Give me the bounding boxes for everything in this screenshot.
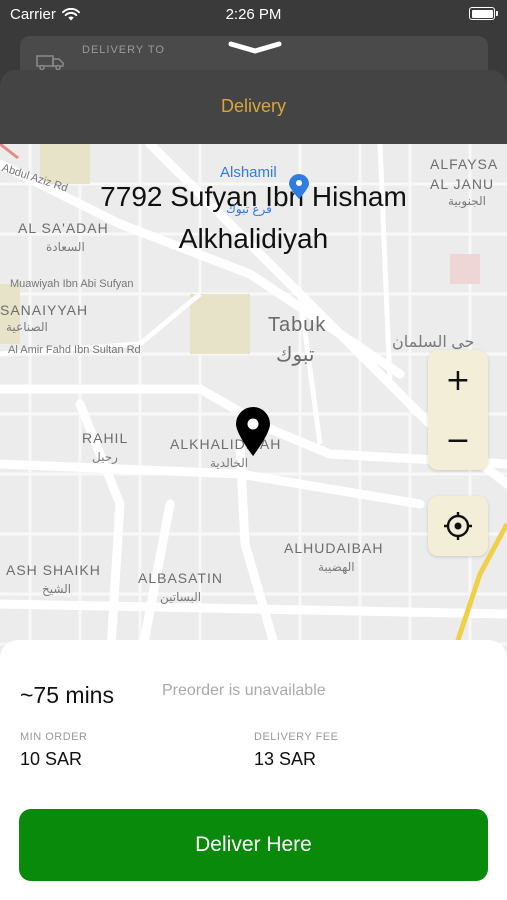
- map-label-albasatin-ar: البساتين: [160, 590, 202, 604]
- zoom-control: + −: [428, 350, 488, 470]
- map-label-al-janubiyah-ar: الجنوبية: [448, 194, 486, 208]
- delivery-fee-value: 13 SAR: [254, 749, 317, 769]
- map-label-rahil: RAHIL: [82, 430, 129, 446]
- chevron-down-icon[interactable]: [228, 40, 282, 54]
- map-label-al-janubiyah: AL JANU: [430, 176, 495, 192]
- sheet-title: Delivery: [220, 96, 286, 116]
- map-label-sanaiyyah-ar: الصناعية: [6, 320, 48, 334]
- poi-icon[interactable]: [288, 174, 310, 200]
- map-label-alhudaibah: ALHUDAIBAH: [284, 540, 384, 556]
- map-label-albasatin: ALBASATIN: [138, 570, 223, 586]
- map-label-alkhalidiyah-ar: الخالدية: [210, 456, 249, 470]
- map-label-muawiyah: Muawiyah Ibn Abi Sufyan: [10, 278, 134, 290]
- poi-label-ar: فرع تبوك: [226, 202, 272, 216]
- locate-icon: [444, 512, 472, 540]
- battery-icon: [469, 7, 498, 20]
- delivery-to-label: DELIVERY TO: [82, 44, 165, 56]
- poi-label[interactable]: Alshamil: [220, 164, 277, 181]
- map-label-rahil-ar: رحيل: [92, 450, 118, 464]
- map-label-al-saadah: AL SA'ADAH: [18, 220, 109, 236]
- map-label-amir-fahd: Al Amir Fahd Ibn Sultan Rd: [8, 344, 141, 356]
- min-order-value: 10 SAR: [20, 749, 83, 769]
- map-label-tabuk: Tabuk: [268, 314, 327, 336]
- map-label-ash-shaikh: ASH SHAIKH: [6, 562, 101, 578]
- map-label-salman-ar: حي السلمان: [392, 334, 475, 351]
- min-order-label: MIN ORDER: [20, 731, 88, 743]
- zoom-in-icon[interactable]: +: [428, 350, 488, 410]
- locate-button[interactable]: [428, 496, 488, 556]
- eta-text: ~75 mins: [20, 682, 114, 708]
- map-pin-icon[interactable]: [234, 406, 272, 458]
- zoom-out-icon[interactable]: −: [428, 410, 488, 470]
- delivery-info-panel: ~75 mins Preorder is unavailable MIN ORD…: [0, 640, 507, 900]
- truck-icon: [36, 55, 64, 70]
- status-bar: Carrier 2:26 PM: [0, 0, 507, 28]
- preorder-status: Preorder is unavailable: [162, 682, 326, 699]
- delivery-fee-label: DELIVERY FEE: [254, 731, 339, 743]
- map-label-alhudaibah-ar: الهضيبة: [318, 560, 355, 574]
- map-label-tabuk-ar: تبوك: [276, 344, 315, 366]
- map-view[interactable]: 7792 Sufyan Ibn Hisham Alkhalidiyah Alsh…: [0, 144, 507, 664]
- map-label-al-saadah-ar: السعادة: [46, 240, 85, 254]
- map-label-sanaiyyah: SANAIYYAH: [0, 302, 89, 318]
- sheet-header: Delivery: [0, 70, 507, 144]
- map-label-alfaysaliyah: ALFAYSA: [430, 156, 499, 172]
- clock: 2:26 PM: [225, 6, 282, 23]
- map-label-ash-shaikh-ar: الشيخ: [42, 582, 72, 596]
- deliver-here-button[interactable]: Deliver Here: [19, 809, 488, 881]
